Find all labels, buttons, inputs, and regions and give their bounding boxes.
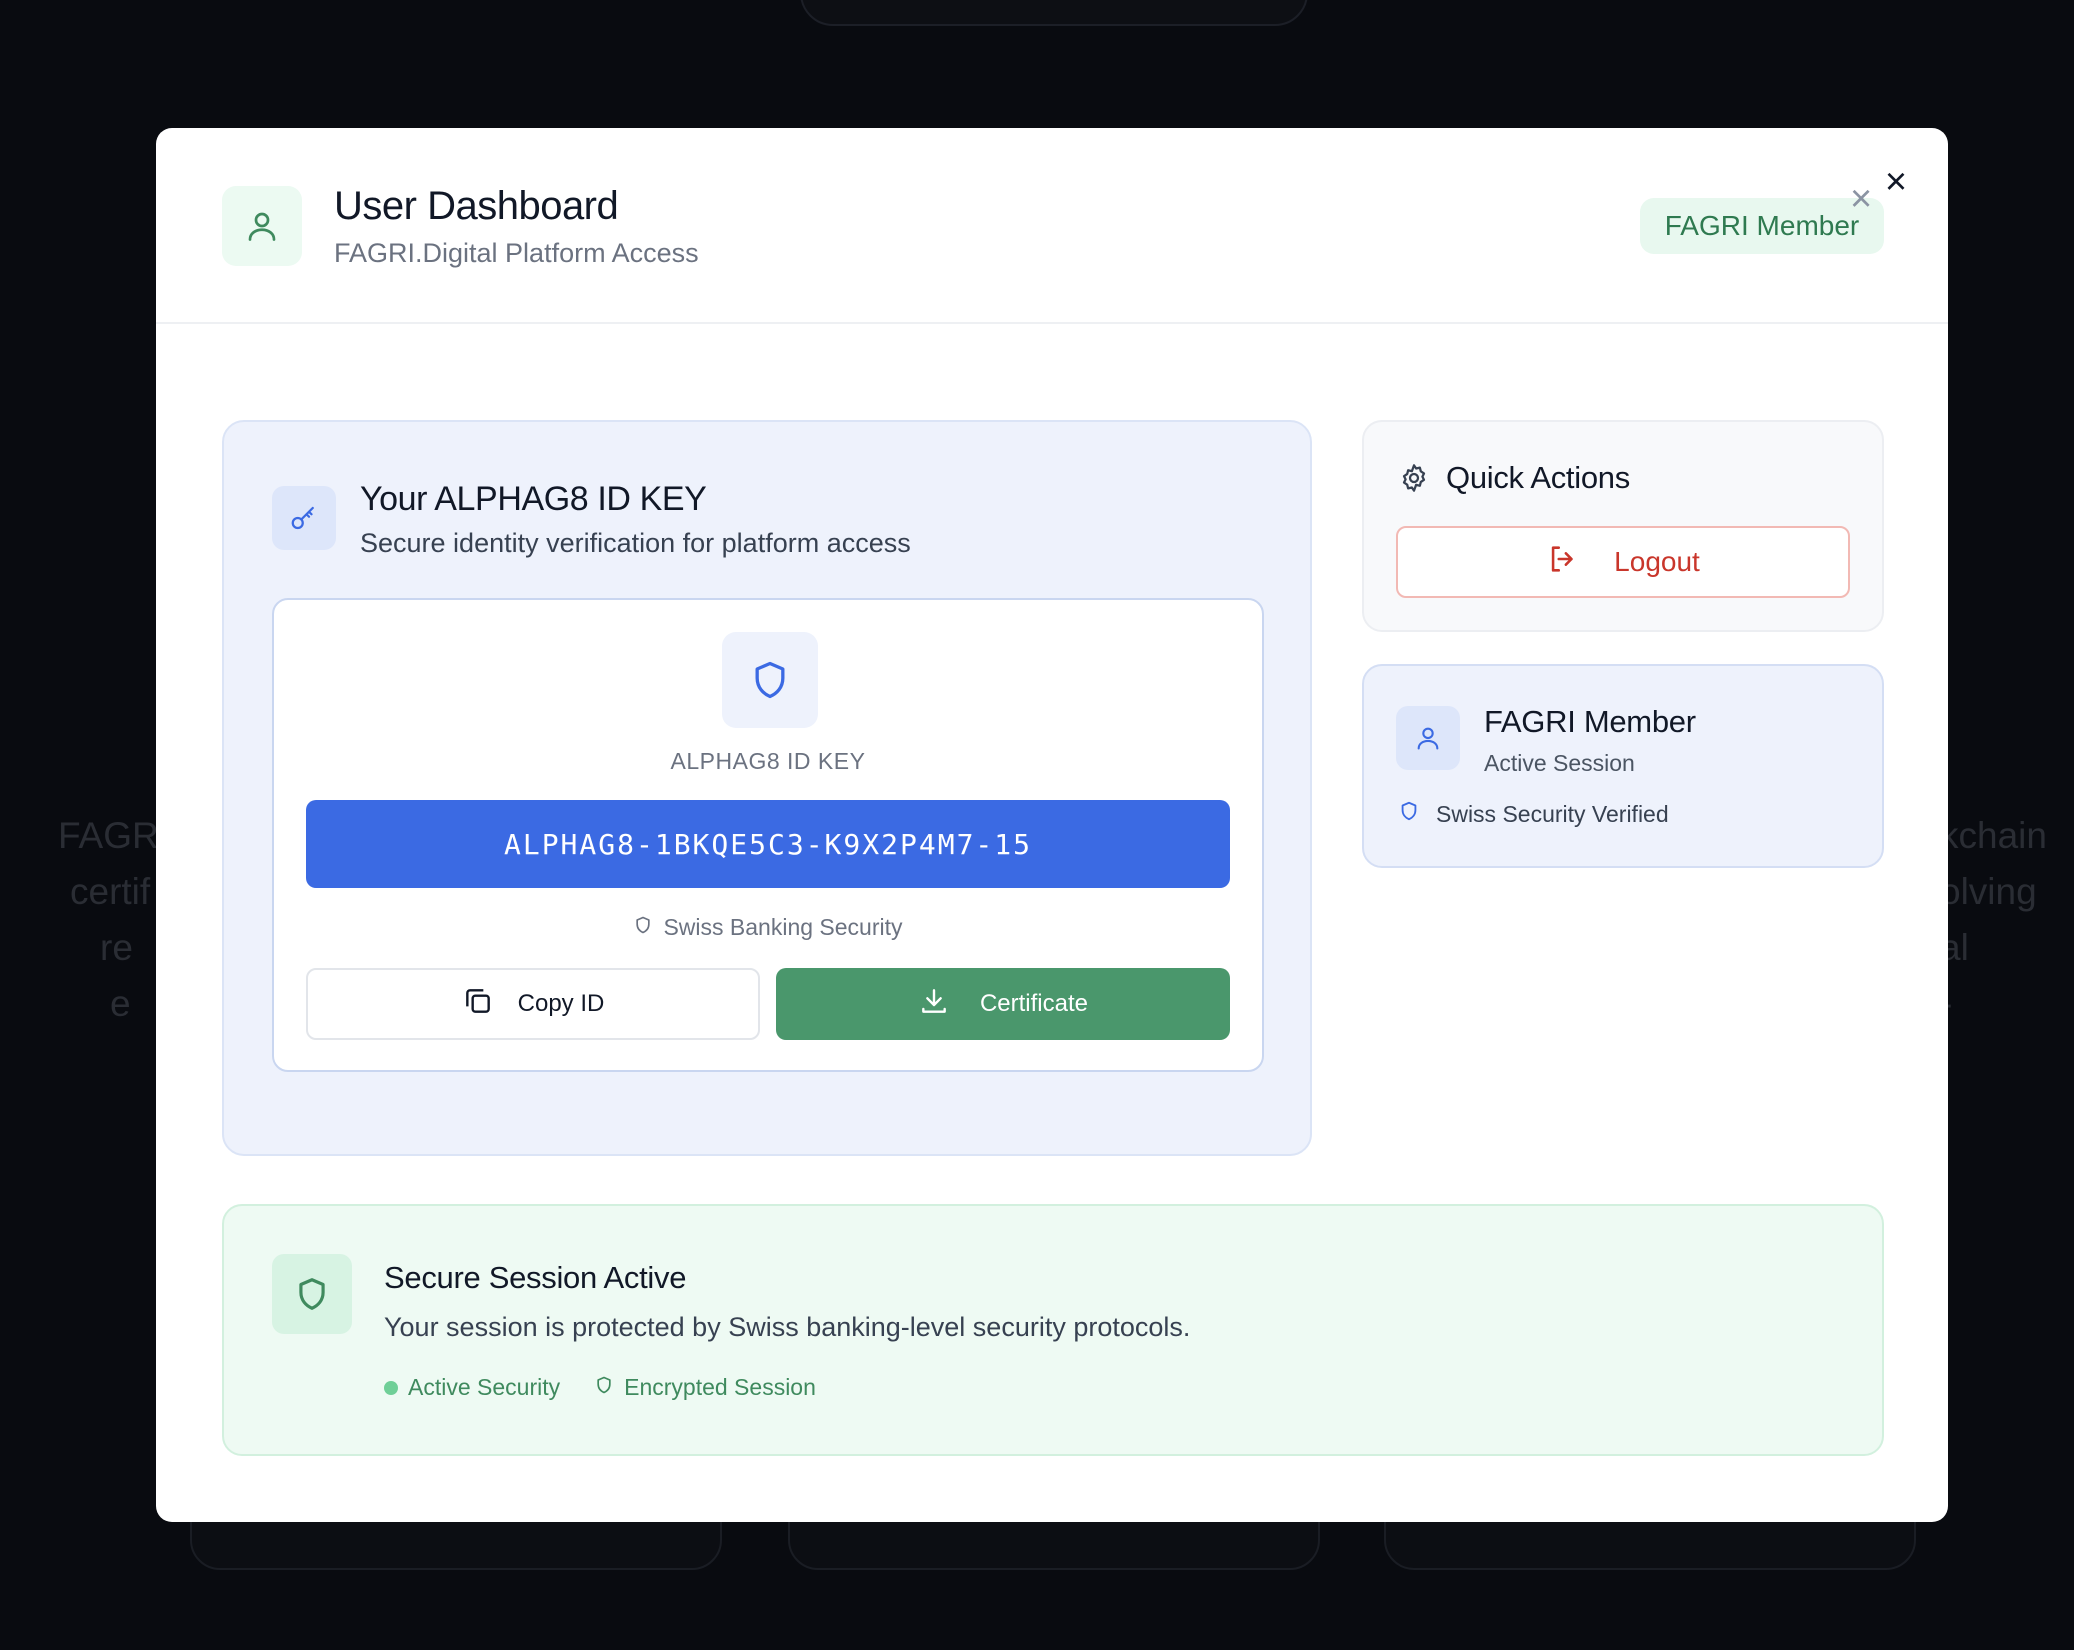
member-status-badge: FAGRI Member: [1640, 198, 1884, 254]
download-certificate-button[interactable]: Certificate: [776, 968, 1230, 1040]
background-nav-pill: [800, 0, 1308, 26]
key-icon: [272, 486, 336, 550]
certificate-label: Certificate: [979, 990, 1089, 1017]
shield-icon: [722, 632, 818, 728]
shield-icon: [272, 1254, 352, 1334]
security-note-text: Swiss Banking Security: [663, 914, 903, 940]
security-note: Swiss Banking Security: [274, 914, 1262, 941]
shield-icon: [594, 1374, 614, 1401]
copy-id-label: Copy ID: [517, 990, 605, 1017]
background-right-text: kchain olving al -: [1940, 815, 2047, 1024]
session-tags: Active Security Encrypted Session: [384, 1374, 816, 1401]
id-key-subtitle: Secure identity verification for platfor…: [360, 528, 911, 558]
encrypted-session-tag: Encrypted Session: [594, 1374, 816, 1401]
logout-icon: [1546, 542, 1580, 583]
quick-actions-card: Quick Actions Logout: [1362, 420, 1884, 632]
logout-label: Logout: [1614, 546, 1700, 577]
user-icon: [222, 186, 302, 266]
session-description: Your session is protected by Swiss banki…: [384, 1312, 1191, 1342]
modal-header: User Dashboard FAGRI.Digital Platform Ac…: [156, 128, 1948, 324]
copy-icon: [462, 985, 494, 1024]
id-key-label: ALPHAG8 ID KEY: [670, 748, 866, 774]
user-icon: [1396, 706, 1460, 770]
close-icon[interactable]: ×: [1878, 163, 1914, 201]
shield-icon: [633, 914, 653, 941]
badge-close-icon[interactable]: ×: [1850, 180, 1872, 218]
verified-text: Swiss Security Verified: [1436, 800, 1669, 827]
id-key-card: Your ALPHAG8 ID KEY Secure identity veri…: [222, 420, 1312, 1156]
session-title: Secure Session Active: [384, 1260, 687, 1295]
status-dot-icon: [384, 1380, 398, 1395]
logout-button[interactable]: Logout: [1396, 526, 1850, 598]
verified-line: Swiss Security Verified: [1398, 800, 1669, 828]
secure-session-card: Secure Session Active Your session is pr…: [222, 1204, 1884, 1456]
id-key-value[interactable]: ALPHAG8-1BKQE5C3-K9X2P4M7-15: [306, 800, 1230, 888]
page-subtitle: FAGRI.Digital Platform Access: [334, 238, 699, 268]
member-title: FAGRI Member: [1484, 704, 1696, 739]
member-info-card: FAGRI Member Active Session Swiss Securi…: [1362, 664, 1884, 868]
quick-actions-title: Quick Actions: [1446, 460, 1630, 495]
copy-id-button[interactable]: Copy ID: [306, 968, 760, 1040]
active-security-tag: Active Security: [384, 1374, 560, 1401]
id-key-panel: ALPHAG8 ID KEY ALPHAG8-1BKQE5C3-K9X2P4M7…: [272, 598, 1264, 1072]
background-left-text: FAGRI certif re e: [58, 815, 170, 1024]
page-title: User Dashboard: [334, 184, 619, 228]
id-key-title: Your ALPHAG8 ID KEY: [360, 480, 707, 518]
shield-icon: [1398, 800, 1420, 828]
user-dashboard-modal: User Dashboard FAGRI.Digital Platform Ac…: [156, 128, 1948, 1522]
member-status: Active Session: [1484, 750, 1635, 776]
gear-icon: [1398, 462, 1430, 494]
download-icon: [918, 985, 950, 1024]
